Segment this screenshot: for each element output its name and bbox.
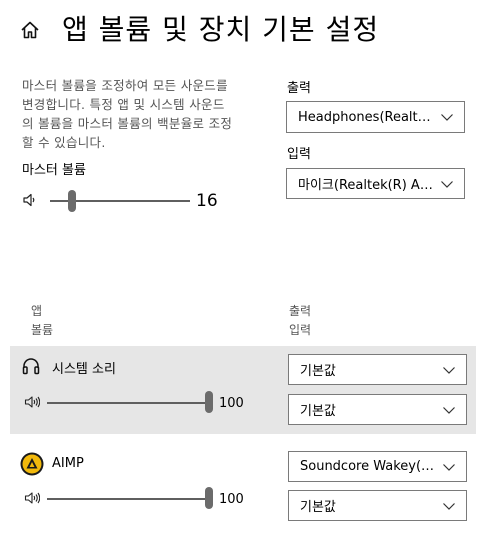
app-column-header: 앱 볼륨 (31, 304, 54, 337)
home-icon[interactable] (20, 20, 40, 40)
input-device-dropdown[interactable]: 마이크(Realtek(R) Audio) (286, 168, 465, 199)
aimp-volume-value: 100 (219, 492, 244, 507)
chevron-down-icon (443, 366, 455, 374)
master-volume-thumb[interactable] (68, 190, 77, 212)
output-device-dropdown[interactable]: Headphones(Realtek(R) Audio) (286, 101, 465, 133)
system-sounds-output-dropdown[interactable]: 기본값 (288, 354, 467, 385)
chevron-down-icon (443, 502, 455, 510)
aimp-volume-track[interactable] (47, 498, 209, 500)
aimp-input-dropdown[interactable]: 기본값 (288, 490, 467, 521)
chevron-down-icon (443, 406, 455, 414)
device-column-header: 출력 입력 (289, 304, 312, 337)
input-label: 입력 (287, 147, 311, 162)
system-sounds-volume-value: 100 (219, 396, 244, 411)
aimp-logo-icon (20, 452, 44, 476)
app-name-aimp: AIMP (52, 456, 84, 471)
master-volume-label: 마스터 볼륨 (22, 163, 86, 178)
chevron-down-icon (441, 180, 453, 188)
speaker-icon[interactable] (22, 192, 38, 208)
aimp-output-dropdown[interactable]: Soundcore Wakey(Soundcore Wakey) (288, 451, 467, 482)
app-name-system-sounds: 시스템 소리 (52, 362, 116, 377)
master-description: 마스터 볼륨을 조정하여 모든 사운드를 변경합니다. 특정 앱 및 시스템 사… (22, 78, 233, 150)
system-sounds-volume-thumb[interactable] (205, 391, 213, 413)
master-volume-value: 16 (196, 191, 218, 211)
system-sounds-input-dropdown[interactable]: 기본값 (288, 394, 467, 425)
output-label: 출력 (287, 81, 311, 96)
page-title: 앱 볼륨 및 장치 기본 설정 (62, 13, 380, 46)
chevron-down-icon (443, 463, 455, 471)
system-sounds-volume-track[interactable] (47, 402, 209, 404)
chevron-down-icon (441, 114, 453, 121)
headphones-icon (22, 358, 40, 375)
speaker-icon[interactable] (24, 490, 40, 506)
speaker-icon[interactable] (24, 394, 40, 410)
aimp-volume-thumb[interactable] (205, 487, 213, 509)
